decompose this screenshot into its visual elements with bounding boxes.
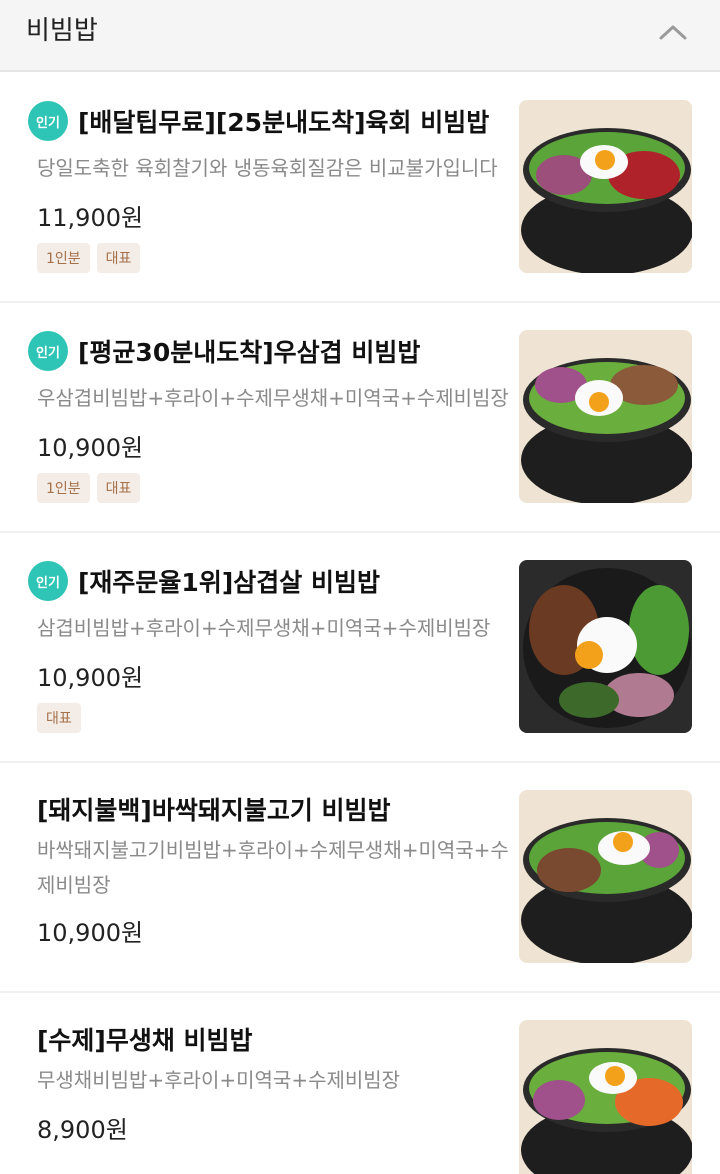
menu-item-usamgyeop[interactable]: 인기 [평균30분내도착]우삼겹 비빔밥 우삼겹비빔밥+후라이+수제무생채+미역… (0, 303, 720, 533)
signature-tag: 대표 (37, 703, 81, 733)
food-photo (519, 100, 692, 273)
item-price: 10,900원 (37, 919, 144, 947)
item-description: 삼겹비빔밥+후라이+수제무생채+미역국+수제비빔장 (37, 616, 491, 640)
item-description: 무생채비빔밥+후라이+미역국+수제비빔장 (37, 1068, 401, 1092)
item-price: 11,900원 (37, 204, 144, 232)
food-photo (519, 560, 692, 733)
item-title: [평균30분내도착]우삼겹 비빔밥 (78, 338, 421, 367)
item-description: 우삼겹비빔밥+후라이+수제무생채+미역국+수제비빔장 (37, 386, 509, 410)
item-title: [배달팁무료][25분내도착]육회 비빔밥 (78, 108, 490, 137)
signature-tag: 대표 (96, 473, 141, 503)
item-price: 10,900원 (37, 664, 144, 692)
food-photo (519, 1020, 692, 1174)
item-title: [재주문율1위]삼겹살 비빔밥 (78, 568, 380, 597)
item-description: 당일도축한 육회찰기와 냉동육회질감은 비교불가입니다 (37, 156, 498, 180)
menu-item-musaengchae[interactable]: [수제]무생채 비빔밥 무생채비빔밥+후라이+미역국+수제비빔장 8,900원 (0, 993, 720, 1174)
item-title: [수제]무생채 비빔밥 (37, 1026, 253, 1055)
popular-badge: 인기 (28, 561, 68, 601)
signature-tag: 대표 (96, 243, 141, 273)
popular-badge: 인기 (28, 101, 68, 141)
item-price: 8,900원 (37, 1116, 128, 1144)
item-title: [돼지불백]바싹돼지불고기 비빔밥 (37, 796, 391, 825)
category-title: 비빔밥 (26, 16, 98, 46)
food-photo (519, 330, 692, 503)
chevron-up-icon[interactable] (656, 18, 690, 46)
serving-tag: 1인분 (37, 243, 90, 273)
category-header[interactable]: 비빔밥 (0, 0, 720, 72)
menu-item-dwaeji-bulgogi[interactable]: [돼지불백]바싹돼지불고기 비빔밥 바싹돼지불고기비빔밥+후라이+수제무생채+미… (0, 763, 720, 993)
menu-item-samgyeopsal[interactable]: 인기 [재주문율1위]삼겹살 비빔밥 삼겹비빔밥+후라이+수제무생채+미역국+수… (0, 533, 720, 763)
popular-badge: 인기 (28, 331, 68, 371)
food-photo (519, 790, 692, 963)
menu-item-yukhoe[interactable]: 인기 [배달팁무료][25분내도착]육회 비빔밥 당일도축한 육회찰기와 냉동육… (0, 73, 720, 303)
serving-tag: 1인분 (37, 473, 90, 503)
item-price: 10,900원 (37, 434, 144, 462)
item-description: 바싹돼지불고기비빔밥+후라이+수제무생채+미역국+수제비빔장 (37, 838, 509, 897)
